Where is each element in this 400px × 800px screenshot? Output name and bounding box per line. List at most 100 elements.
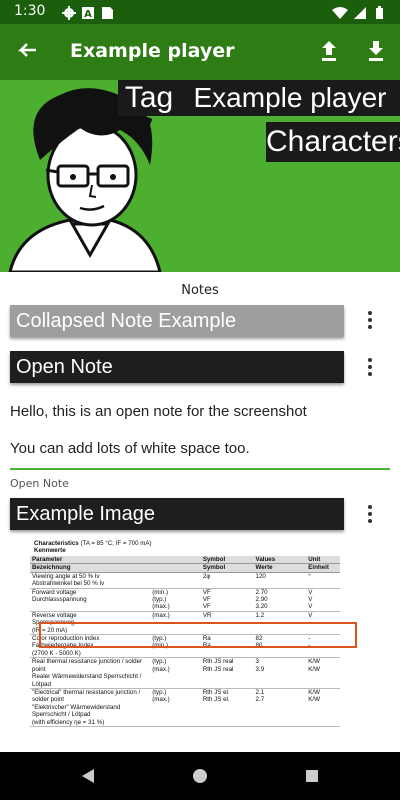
datasheet-cell-line: Rth JS el. (202, 696, 230, 704)
datasheet-header-cell: Bezeichnung (30, 563, 151, 573)
battery-icon (376, 6, 383, 19)
datasheet-cell-line: 2.7 (255, 696, 265, 704)
datasheet-cell-line: Forward voltage (32, 588, 77, 596)
datasheet-cell-line: Rth JS el. (202, 688, 230, 696)
datasheet-cell-sym: Rth JS real Rth JS real (200, 657, 254, 689)
datasheet-cell-line: ° (308, 572, 311, 580)
datasheet-cell-line: K/W (308, 688, 320, 696)
datasheet-cell-line: (typ.) (152, 596, 167, 604)
datasheet-cell-val: 2.70 2.90 3.20 (253, 588, 307, 612)
more-options-icon[interactable] (362, 309, 378, 333)
datasheet-cell-line: "Elektrischer" Wärmewiderstand Sperrschi… (32, 703, 121, 719)
back-arrow-icon[interactable] (16, 40, 38, 66)
note-header-collapsed[interactable]: Collapsed Note Example (10, 305, 344, 337)
datasheet-header-cell: Parameter (30, 556, 151, 565)
recents-square-icon[interactable] (305, 769, 319, 783)
datasheet-cell-line: (min.) (152, 588, 169, 596)
highlight-box (39, 622, 357, 648)
note-type-label: Open Note (10, 477, 69, 490)
wifi-icon (332, 7, 348, 19)
note-header-image[interactable]: Example Image (10, 498, 344, 530)
datasheet-cell-val: 3 3.9 (253, 657, 307, 689)
datasheet-cell-line: (max.) (152, 665, 170, 673)
datasheet-cell-sym: Rth JS el. Rth JS el. (200, 688, 254, 727)
player-banner: Tag Example player Characters (0, 80, 400, 272)
navigation-bar (0, 752, 400, 800)
datasheet-cell-line: Abstrahlwinkel bei 50 % Iv (32, 580, 105, 588)
notes-section-title: Notes (181, 283, 219, 298)
signal-icon (354, 7, 366, 19)
datasheet-cell-line: K/W (308, 696, 320, 704)
status-system-icons (330, 5, 390, 24)
more-options-icon[interactable] (362, 503, 378, 527)
datasheet-cell-unit: K/W K/W (306, 688, 340, 727)
datasheet-cell-line: 3.9 (255, 665, 265, 673)
sd-card-icon (102, 7, 113, 19)
datasheet-header-row: Parameter Symbol Values Unit (30, 556, 340, 565)
svg-text:A: A (84, 9, 92, 20)
datasheet-title: Characteristics (34, 540, 79, 547)
app-bar-title: Example player (70, 40, 235, 62)
datasheet-header-cell (150, 563, 201, 573)
status-notification-icons: A (62, 5, 122, 24)
datasheet-row: Forward voltage Durchlassspannung (min.) (t… (30, 588, 340, 612)
note-body-line: You can add lots of white space too. (10, 440, 250, 457)
note-divider (10, 468, 390, 470)
datasheet-cell-line: 2φ (202, 572, 211, 580)
datasheet-cell-line: V (308, 603, 313, 611)
datasheet-row: "Electrical" thermal resistance junction… (30, 688, 340, 727)
note-body-line: Hello, this is an open note for the scre… (10, 403, 307, 420)
datasheet-cell-cond (150, 572, 201, 589)
datasheet-cell-line: Real thermal resistance junction / solde… (32, 658, 143, 673)
status-bar: 1:30 A (0, 0, 400, 24)
datasheet-cell-line: VF (202, 603, 211, 611)
datasheet-cell-val: 120 (253, 572, 307, 589)
datasheet-cell-line: V (308, 611, 313, 619)
datasheet-cell-line: (with efficiency ηe = 31 %) (32, 718, 105, 726)
datasheet-cell-param: Forward voltage Durchlassspannung (30, 588, 151, 612)
datasheet-cell-cond: (typ.) (max.) (150, 657, 201, 689)
datasheet-cell-line: Reverse voltage (32, 611, 77, 619)
a-notification-icon: A (82, 7, 94, 20)
datasheet-cell-line: "Electrical" thermal resistance junction… (32, 688, 141, 704)
datasheet-cell-line: Viewing angle at 50 % Iv (32, 572, 100, 580)
datasheet-cell-line: Realer Wärmewiderstand Sperrschicht / Lö… (32, 673, 142, 688)
datasheet-header-cell: Symbol (200, 563, 254, 573)
datasheet-cell-line: (typ.) (152, 658, 167, 666)
datasheet-cell-sym: VF VF VF (200, 588, 254, 612)
datasheet-cell-line: 3 (255, 658, 259, 666)
datasheet-cell-unit: VVV (306, 588, 340, 612)
datasheet-header-cell: Einheit (306, 563, 340, 573)
datasheet-header-row: Bezeichnung Symbol Werte Einheit (30, 563, 340, 573)
datasheet-row: Viewing angle at 50 % Iv Abstrahlwinkel b… (30, 572, 340, 589)
back-triangle-icon[interactable] (80, 768, 96, 784)
more-options-icon[interactable] (362, 356, 378, 380)
datasheet-header-cell: Werte (253, 563, 307, 573)
settings-icon (62, 6, 76, 20)
note-header-open[interactable]: Open Note (10, 351, 344, 383)
datasheet-row: Real thermal resistance junction / solde… (30, 657, 340, 689)
datasheet-header-cell: Symbol (200, 556, 254, 565)
datasheet-cell-line: Rth JS real (202, 665, 234, 673)
datasheet-cell-line: 2.70 (255, 588, 268, 596)
datasheet-cell-sym: 2φ (200, 572, 254, 589)
datasheet-cell-line: VF (202, 588, 211, 596)
datasheet-header-cell: Values (253, 556, 307, 565)
player-name-label: Example player (180, 80, 400, 116)
datasheet-cell-line: 1.2 (255, 611, 265, 619)
datasheet-cell-line: V (308, 596, 313, 604)
download-icon[interactable] (365, 39, 387, 67)
datasheet-cell-cond: (min.) (typ.) (max.) (150, 588, 201, 612)
datasheet-cell-param: Real thermal resistance junction / solde… (30, 657, 151, 689)
upload-icon[interactable] (318, 39, 340, 67)
datasheet-cell-line: (2700 K - 5000 K) (32, 649, 81, 657)
datasheet-cell-line: 2.1 (255, 688, 265, 696)
category-label: Characters (266, 122, 400, 162)
tag-label: Tag (118, 80, 180, 116)
datasheet-cell-line: VR (202, 611, 212, 619)
datasheet-header-cell: Unit (306, 556, 340, 565)
home-circle-icon[interactable] (192, 768, 208, 784)
datasheet-cell-line: K/W (308, 658, 320, 666)
datasheet-subtitle: Kennwerte (34, 547, 66, 554)
datasheet-cell-line: (typ.) (152, 688, 167, 696)
